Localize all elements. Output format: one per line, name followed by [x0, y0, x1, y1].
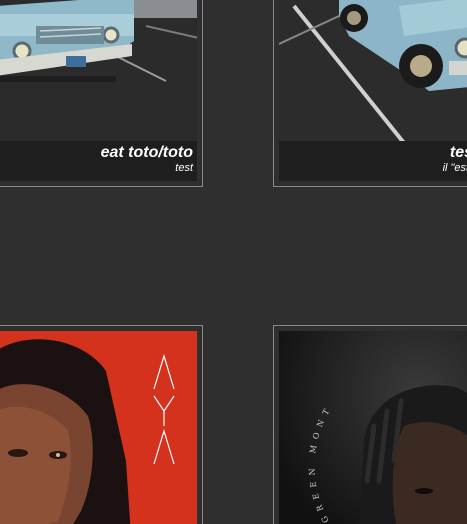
album-artist[interactable]: test	[0, 162, 193, 175]
album-caption: tes il "est"	[279, 141, 467, 181]
album-caption: eat toto/toto test	[0, 141, 197, 181]
album-grid: eat toto/toto test te il "es GREEN MONT	[0, 0, 467, 524]
album-cover-image: GREEN MONT	[279, 331, 467, 524]
album-card[interactable]	[0, 325, 203, 524]
album-cover-image	[279, 0, 467, 143]
album-card[interactable]: eat toto/toto test	[0, 0, 203, 187]
album-card[interactable]: GREEN MONT	[273, 325, 467, 524]
album-cover-image	[0, 331, 197, 524]
album-cover-image	[0, 0, 197, 143]
album-title[interactable]: eat toto/toto	[0, 141, 193, 162]
album-title[interactable]: tes	[279, 141, 467, 162]
album-card[interactable]: tes il "est"	[273, 0, 467, 187]
album-artist[interactable]: il "est"	[279, 162, 467, 175]
